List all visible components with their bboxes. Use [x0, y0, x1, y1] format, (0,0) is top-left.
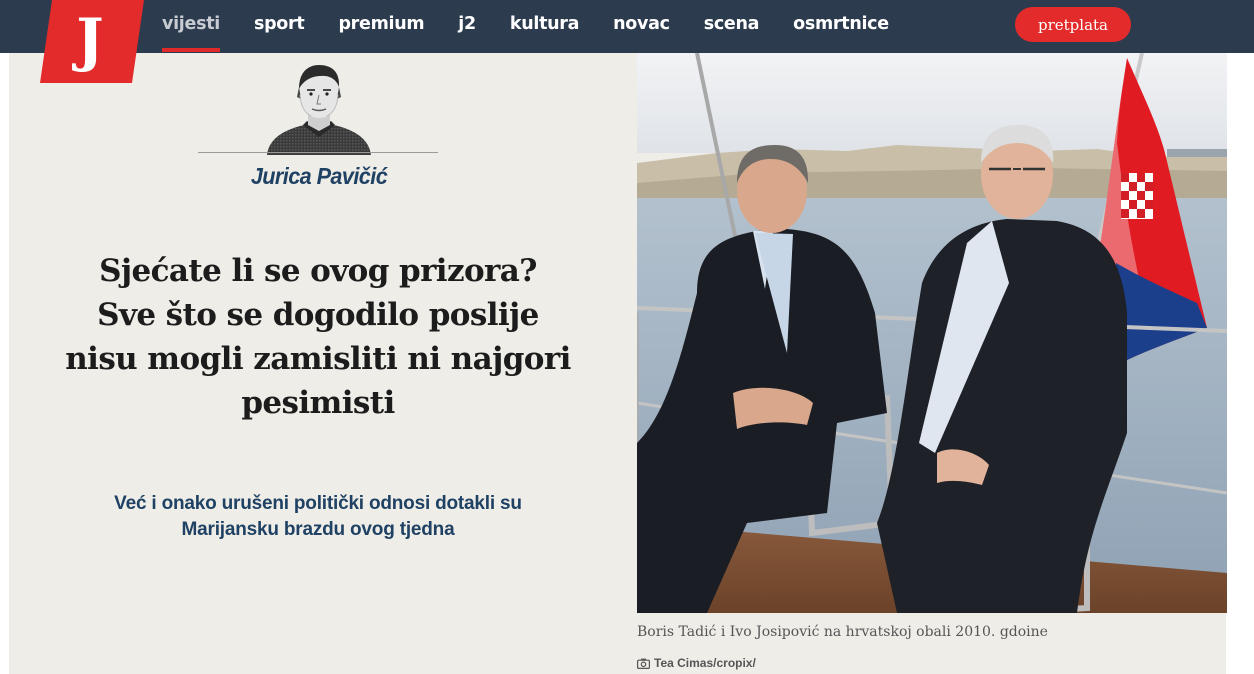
nav-item-kultura[interactable]: kultura — [510, 0, 580, 53]
camera-icon — [637, 658, 650, 669]
logo-letter: J — [76, 5, 104, 74]
article-lead-photo[interactable] — [637, 53, 1227, 613]
author-photo[interactable] — [259, 59, 379, 155]
top-nav-bar: vijesti sport premium j2 kultura novac s… — [0, 0, 1254, 53]
subscribe-button[interactable]: pretplata — [1015, 7, 1131, 42]
nav-item-j2[interactable]: j2 — [458, 0, 476, 53]
article-subtitle: Već i onako urušeni politički odnosi dot… — [114, 493, 522, 540]
photo-credit-text: Tea Cimas/cropix/ — [654, 656, 756, 670]
nav-item-scena[interactable]: scena — [704, 0, 760, 53]
nav-item-premium[interactable]: premium — [338, 0, 424, 53]
author-name[interactable]: Jurica Pavičić — [178, 163, 460, 190]
author-divider — [198, 152, 438, 153]
site-logo[interactable]: J — [40, 0, 144, 83]
nav-item-osmrtnice[interactable]: osmrtnice — [793, 0, 889, 53]
article-header: Jurica Pavičić Sjećate li se ovog prizor… — [9, 53, 1227, 674]
nav-item-vijesti[interactable]: vijesti — [162, 0, 220, 53]
nav-item-novac[interactable]: novac — [613, 0, 670, 53]
main-nav: vijesti sport premium j2 kultura novac s… — [162, 0, 889, 53]
article-headline: Sjećate li se ovog prizora? Sve što se d… — [65, 253, 571, 421]
photo-credit: Tea Cimas/cropix/ — [637, 655, 756, 671]
photo-caption: Boris Tadić i Ivo Josipović na hrvatskoj… — [637, 624, 1048, 640]
nav-item-sport[interactable]: sport — [254, 0, 305, 53]
